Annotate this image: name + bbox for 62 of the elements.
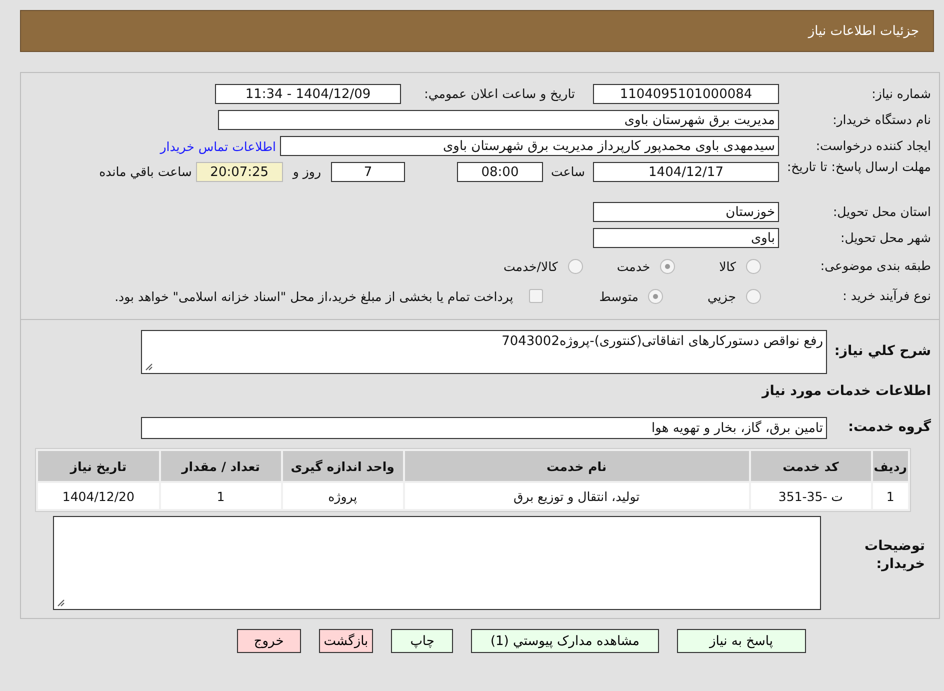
field-label: استان محل تحویل:: [832, 204, 931, 220]
field-label: تاریخ و ساعت اعلان عمومي:: [423, 86, 575, 102]
table-cell: 1: [872, 483, 908, 509]
input-field[interactable]: مدیریت برق شهرستان باوی: [218, 110, 779, 130]
input-field[interactable]: 1404/12/09 - 11:34: [215, 84, 401, 104]
field-label: شماره نیاز:: [870, 86, 931, 102]
column-header: تاریخ نیاز: [38, 451, 159, 481]
resize-grip-icon[interactable]: [145, 363, 153, 371]
table-cell: 1: [160, 483, 281, 509]
radio-button[interactable]: [746, 288, 761, 304]
section-heading: اطلاعات خدمات مورد نیاز: [762, 383, 931, 399]
buyer-contact-link[interactable]: اطلاعات تماس خريدار: [160, 138, 276, 154]
column-header: تعداد / مقدار: [160, 451, 281, 481]
remaining-time: 20:07:25: [196, 162, 283, 182]
field-label: مهلت ارسال پاسخ: تا تاریخ:: [786, 159, 931, 176]
column-header: واحد اندازه گیری: [282, 451, 403, 481]
field-label: نوع فرآیند خرید :: [842, 288, 931, 304]
input-field[interactable]: تامین برق، گاز، بخار و تهویه هوا: [141, 417, 827, 439]
action-button[interactable]: چاپ: [391, 629, 454, 653]
input-field[interactable]: 1104095101000084: [593, 84, 779, 104]
field-label: طبقه بندی موضوعی:: [819, 258, 931, 274]
resize-grip-icon[interactable]: [57, 599, 65, 607]
checkbox-label: پرداخت تمام یا بخشی از مبلغ خرید،از محل "اسناد خزانه اسلامی" خواهد بود.: [114, 288, 514, 304]
description-field[interactable]: رفع نواقص دستورکارهای اتفاقاتی(کنتوری)-پروژه7043002: [141, 330, 827, 374]
input-field[interactable]: 08:00: [456, 162, 543, 182]
column-header: نام خدمت: [404, 451, 749, 481]
input-field[interactable]: باوی: [593, 228, 779, 248]
table-cell: تولید، انتقال و توزیع برق: [404, 483, 749, 509]
radio-label: متوسط: [599, 288, 638, 304]
table-cell: ت -35-351: [750, 483, 871, 509]
action-button[interactable]: خروج: [236, 629, 301, 653]
radio-label: کالا/خدمت: [503, 258, 558, 274]
radio-button[interactable]: [648, 288, 664, 304]
field-label: نام دستگاه خريدار:: [832, 112, 931, 128]
page-title: جزئیات اطلاعات نیاز: [808, 24, 919, 38]
section-label: شرح کلي نیاز:: [833, 343, 931, 361]
radio-label: جزيي: [707, 288, 736, 304]
radio-button[interactable]: [660, 258, 676, 274]
table-cell: 1404/12/20: [38, 483, 159, 509]
radio-button[interactable]: [568, 258, 583, 274]
time-label: ساعت: [550, 164, 585, 179]
column-header: کد خدمت: [750, 451, 871, 481]
radio-button[interactable]: [746, 258, 761, 274]
action-button[interactable]: بازگشت: [318, 629, 374, 653]
checkbox[interactable]: [529, 289, 544, 303]
section-label: توضیحات خریدار:: [864, 538, 926, 574]
notes-field[interactable]: [53, 516, 821, 610]
action-button[interactable]: مشاهده مدارک پیوستي (1): [471, 629, 658, 653]
column-header: ردیف: [872, 451, 908, 481]
input-field[interactable]: 7: [330, 162, 405, 182]
days-label: روز و: [292, 164, 321, 179]
radio-label: خدمت: [616, 258, 650, 274]
input-field[interactable]: 1404/12/17: [593, 162, 779, 182]
input-field[interactable]: سیدمهدی باوی محمدپور کارپرداز مدیریت برق شهرستان باوی: [280, 136, 779, 156]
action-button[interactable]: پاسخ به نیاز: [676, 629, 806, 653]
remaining-label: ساعت باقي مانده: [99, 164, 192, 179]
table-cell: پروژه: [282, 483, 403, 509]
input-field[interactable]: خوزستان: [593, 202, 779, 222]
field-label: ایجاد کننده درخواست:: [814, 138, 931, 154]
field-label: شهر محل تحویل:: [840, 230, 931, 246]
radio-label: کالا: [719, 258, 736, 274]
section-label: گروه خدمت:: [847, 419, 931, 437]
